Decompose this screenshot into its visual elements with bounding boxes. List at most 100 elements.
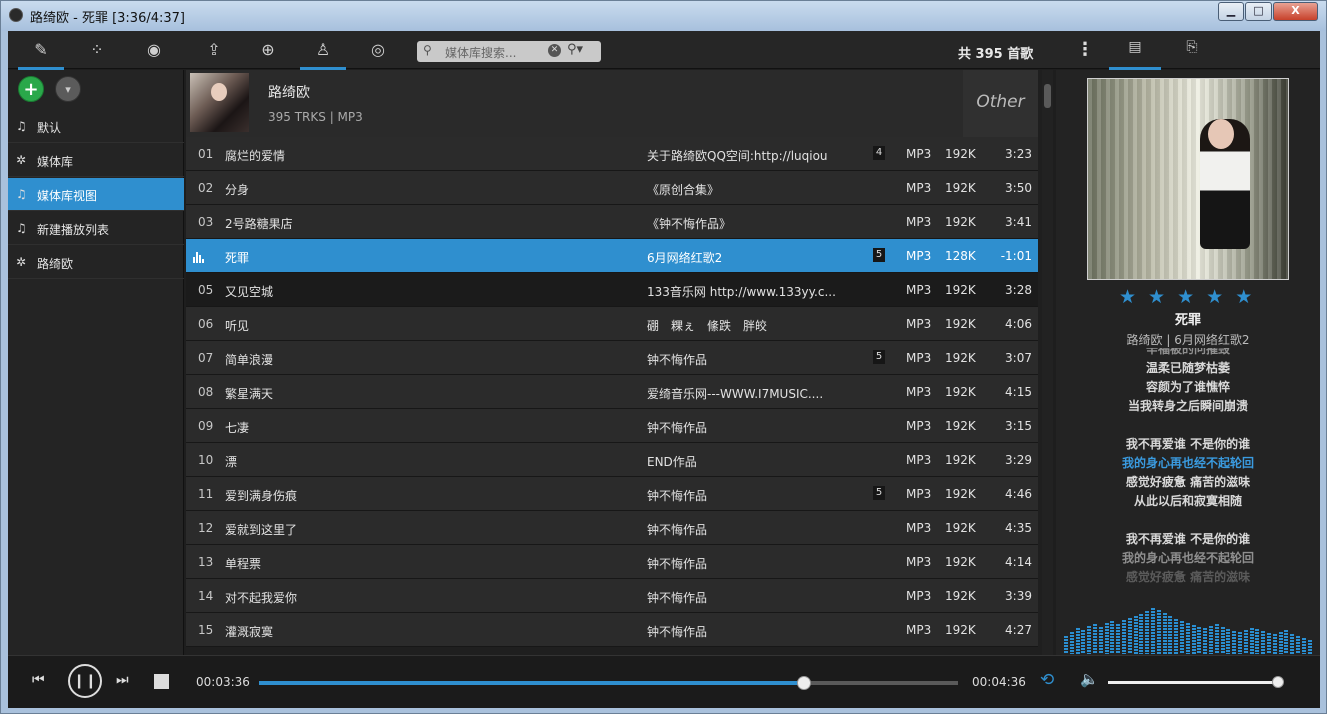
- gear-icon: ✲: [16, 255, 27, 269]
- person-icon[interactable]: ♙: [300, 39, 346, 70]
- track-row[interactable]: 死罪 6月网络红歌2 5 MP3 128K -1:01: [186, 239, 1038, 273]
- lyric-line: 从此以后和寂寞相随: [1133, 494, 1242, 508]
- search-input[interactable]: 媒体库搜索...: [445, 44, 516, 61]
- library-search[interactable]: ⚲ 媒体库搜索... ✕ ⚲▾: [417, 41, 601, 62]
- track-row[interactable]: 02 分身 《原创合集》 MP3 192K 3:50: [186, 171, 1038, 205]
- track-row[interactable]: 15 灌溉寂寞 钟不悔作品 MP3 192K 4:27: [186, 613, 1038, 647]
- lyric-line: 温柔已随梦枯萎: [1145, 361, 1230, 375]
- album-info-icon[interactable]: ▤: [1109, 39, 1161, 70]
- lyric-line: 我不再爱谁 不是你的谁: [1125, 437, 1251, 451]
- sidebar-item[interactable]: ✲ 媒体库: [8, 144, 184, 177]
- genre-label: Other: [963, 70, 1038, 137]
- track-row[interactable]: 06 听见硼 粿ぇ 絛跌 胖皎 MP3 192K 4:06: [186, 307, 1038, 341]
- share-icon[interactable]: ⇪: [201, 39, 227, 61]
- user-circle-icon[interactable]: ◉: [141, 39, 167, 61]
- track-list-panel: 路绮欧 395 TRKS | MP3 Other 01 腐烂的爱情 关于路绮欧QQ空…: [186, 70, 1053, 655]
- star-icon[interactable]: ★: [1119, 286, 1148, 308]
- star-icon[interactable]: ★: [1177, 286, 1206, 308]
- window-title: 路绮欧 - 死罪 [3:36/4:37]: [30, 11, 185, 26]
- playback-bar: ⏮ ❙❙ ⏭ 00:03:36 00:04:36 ⟲ 🔈: [8, 655, 1320, 708]
- add-circle-icon[interactable]: ⊕: [255, 39, 281, 61]
- track-row[interactable]: 14 对不起我爱你 钟不悔作品 MP3 192K 3:39: [186, 579, 1038, 613]
- sidebar-item[interactable]: ♫ 新建播放列表: [8, 212, 184, 245]
- sidebar-item-label: 媒体库: [37, 155, 74, 169]
- track-duration: 3:50: [1005, 181, 1032, 195]
- track-duration: 3:39: [1005, 589, 1032, 603]
- scrollbar-thumb[interactable]: [1044, 84, 1051, 108]
- sidebar-item[interactable]: ♫ 默认: [8, 110, 184, 143]
- sidebar-item[interactable]: ✲ 路绮欧: [8, 246, 184, 279]
- repeat-icon[interactable]: ⟲: [1040, 670, 1054, 690]
- edit-list-icon[interactable]: ✎: [18, 39, 64, 70]
- spectrum-visualizer: [1064, 590, 1314, 654]
- track-duration: 4:06: [1005, 317, 1032, 331]
- now-playing-title: 死罪: [1174, 313, 1201, 328]
- track-row[interactable]: 11 爱到满身伤痕 钟不悔作品 5 MP3 192K 4:46: [186, 477, 1038, 511]
- lyric-line: 感觉好疲惫 痛苦的滋味: [1125, 475, 1251, 489]
- track-duration: 4:46: [1005, 487, 1032, 501]
- track-count: 共 395 首歌: [958, 47, 1034, 62]
- track-row[interactable]: 08 繁星满天 爱绮音乐网---WWW.I7MUSIC.... MP3 192K 4:15: [186, 375, 1038, 409]
- close-button[interactable]: X: [1273, 2, 1318, 21]
- star-icon[interactable]: ★: [1235, 286, 1264, 308]
- track-duration: 3:41: [1005, 215, 1032, 229]
- track-duration: 3:29: [1005, 453, 1032, 467]
- volume-knob[interactable]: [1272, 676, 1285, 688]
- more-menu-icon[interactable]: ⋮: [1076, 40, 1094, 60]
- search-icon[interactable]: ⚲▾: [567, 42, 583, 57]
- track-duration: 4:27: [1005, 623, 1032, 637]
- music-note-icon: ♫: [16, 221, 27, 235]
- volume-slider[interactable]: [1108, 676, 1285, 688]
- track-row[interactable]: 01 腐烂的爱情 关于路绮欧QQ空间:http://luqiou 4 MP3 192K 3:…: [186, 137, 1038, 171]
- seek-bar[interactable]: [259, 676, 958, 690]
- player-client: ✎ ⁘ ◉ ⇪ ⊕ ♙ ◎ ⚲ 媒体库搜索... ✕ ⚲▾ 共 395 首歌 ⋮…: [8, 31, 1320, 708]
- track-list-scrollbar[interactable]: [1042, 70, 1053, 655]
- maximize-button[interactable]: □: [1245, 2, 1272, 21]
- total-time: 00:04:36: [972, 675, 1026, 689]
- filter-icon[interactable]: ⚲: [423, 43, 432, 57]
- volume-icon[interactable]: 🔈: [1080, 670, 1099, 688]
- sidebar-item-label: 路绮欧: [37, 257, 74, 271]
- star-icon[interactable]: ★: [1148, 286, 1177, 308]
- now-playing-subtitle: 路绮欧 | 6月网络红歌2: [1126, 333, 1250, 347]
- sidebar-item-label: 媒体库视图: [37, 189, 98, 203]
- add-playlist-button[interactable]: +: [18, 76, 44, 102]
- track-row[interactable]: 10 漂 END作品 MP3 192K 3:29: [186, 443, 1038, 477]
- stop-button[interactable]: [154, 674, 169, 689]
- album-header: 路绮欧 395 TRKS | MP3 Other: [186, 70, 1038, 137]
- track-row[interactable]: 07 简单浪漫 钟不悔作品 5 MP3 192K 3:07: [186, 341, 1038, 375]
- track-row[interactable]: 12 爱就到这里了 钟不悔作品 MP3 192K 4:35: [186, 511, 1038, 545]
- track-row[interactable]: 03 2号路糖果店 《钟不悔作品》 MP3 192K 3:41: [186, 205, 1038, 239]
- track-duration: 3:07: [1005, 351, 1032, 365]
- next-track-icon[interactable]: ⏭: [116, 672, 129, 688]
- track-row[interactable]: 05 又见空城 133音乐网 http://www.133yy.c... MP3 192…: [186, 273, 1038, 307]
- seek-knob[interactable]: [797, 676, 812, 690]
- track-row[interactable]: 09 七凄 钟不悔作品 MP3 192K 3:15: [186, 409, 1038, 443]
- track-duration: 3:15: [1005, 419, 1032, 433]
- lyric-line: 感觉好疲惫 痛苦的滋味: [1125, 570, 1251, 584]
- now-playing-panel: ★★★★★ 死罪 路绮欧 | 6月网络红歌2 辛福被的问摧毁 温柔已随梦枯萎 容颜为…: [1056, 70, 1320, 655]
- rating-stars[interactable]: ★★★★★: [1119, 286, 1264, 308]
- playlist-menu-button[interactable]: ▾: [55, 76, 81, 102]
- track-duration: 4:14: [1005, 555, 1032, 569]
- star-icon[interactable]: ★: [1206, 286, 1235, 308]
- main-toolbar: ✎ ⁘ ◉ ⇪ ⊕ ♙ ◎ ⚲ 媒体库搜索... ✕ ⚲▾ 共 395 首歌 ⋮…: [8, 31, 1320, 70]
- disc-icon[interactable]: ◎: [365, 39, 391, 61]
- track-duration: 4:35: [1005, 521, 1032, 535]
- track-table: 01 腐烂的爱情 关于路绮欧QQ空间:http://luqiou 4 MP3 192K 3:…: [186, 137, 1038, 647]
- minimize-button[interactable]: ▁: [1218, 2, 1244, 21]
- grid-icon[interactable]: ⁘: [84, 39, 110, 61]
- gear-icon: ✲: [16, 153, 27, 167]
- lyrics-view: 辛福被的问摧毁 温柔已随梦枯萎 容颜为了谁憔悴 当我转身之后瞬间崩溃 我不再爱谁 不是你…: [1056, 348, 1320, 584]
- track-row[interactable]: 13 单程票 钟不悔作品 MP3 192K 4:14: [186, 545, 1038, 579]
- clear-search-icon[interactable]: ✕: [548, 44, 561, 57]
- lyric-line: 我不再爱谁 不是你的谁: [1125, 532, 1251, 546]
- previous-track-icon[interactable]: ⏮: [32, 672, 45, 688]
- sidebar-item[interactable]: ♫ 媒体库视图: [8, 178, 184, 211]
- album-summary: 395 TRKS | MP3: [268, 110, 363, 124]
- artist-name: 路绮欧: [268, 85, 310, 101]
- elapsed-time: 00:03:36: [196, 675, 250, 689]
- pause-button[interactable]: ❙❙: [68, 664, 102, 698]
- lyrics-tab-icon[interactable]: ⎘: [1180, 39, 1204, 61]
- sidebar-item-label: 默认: [37, 121, 62, 135]
